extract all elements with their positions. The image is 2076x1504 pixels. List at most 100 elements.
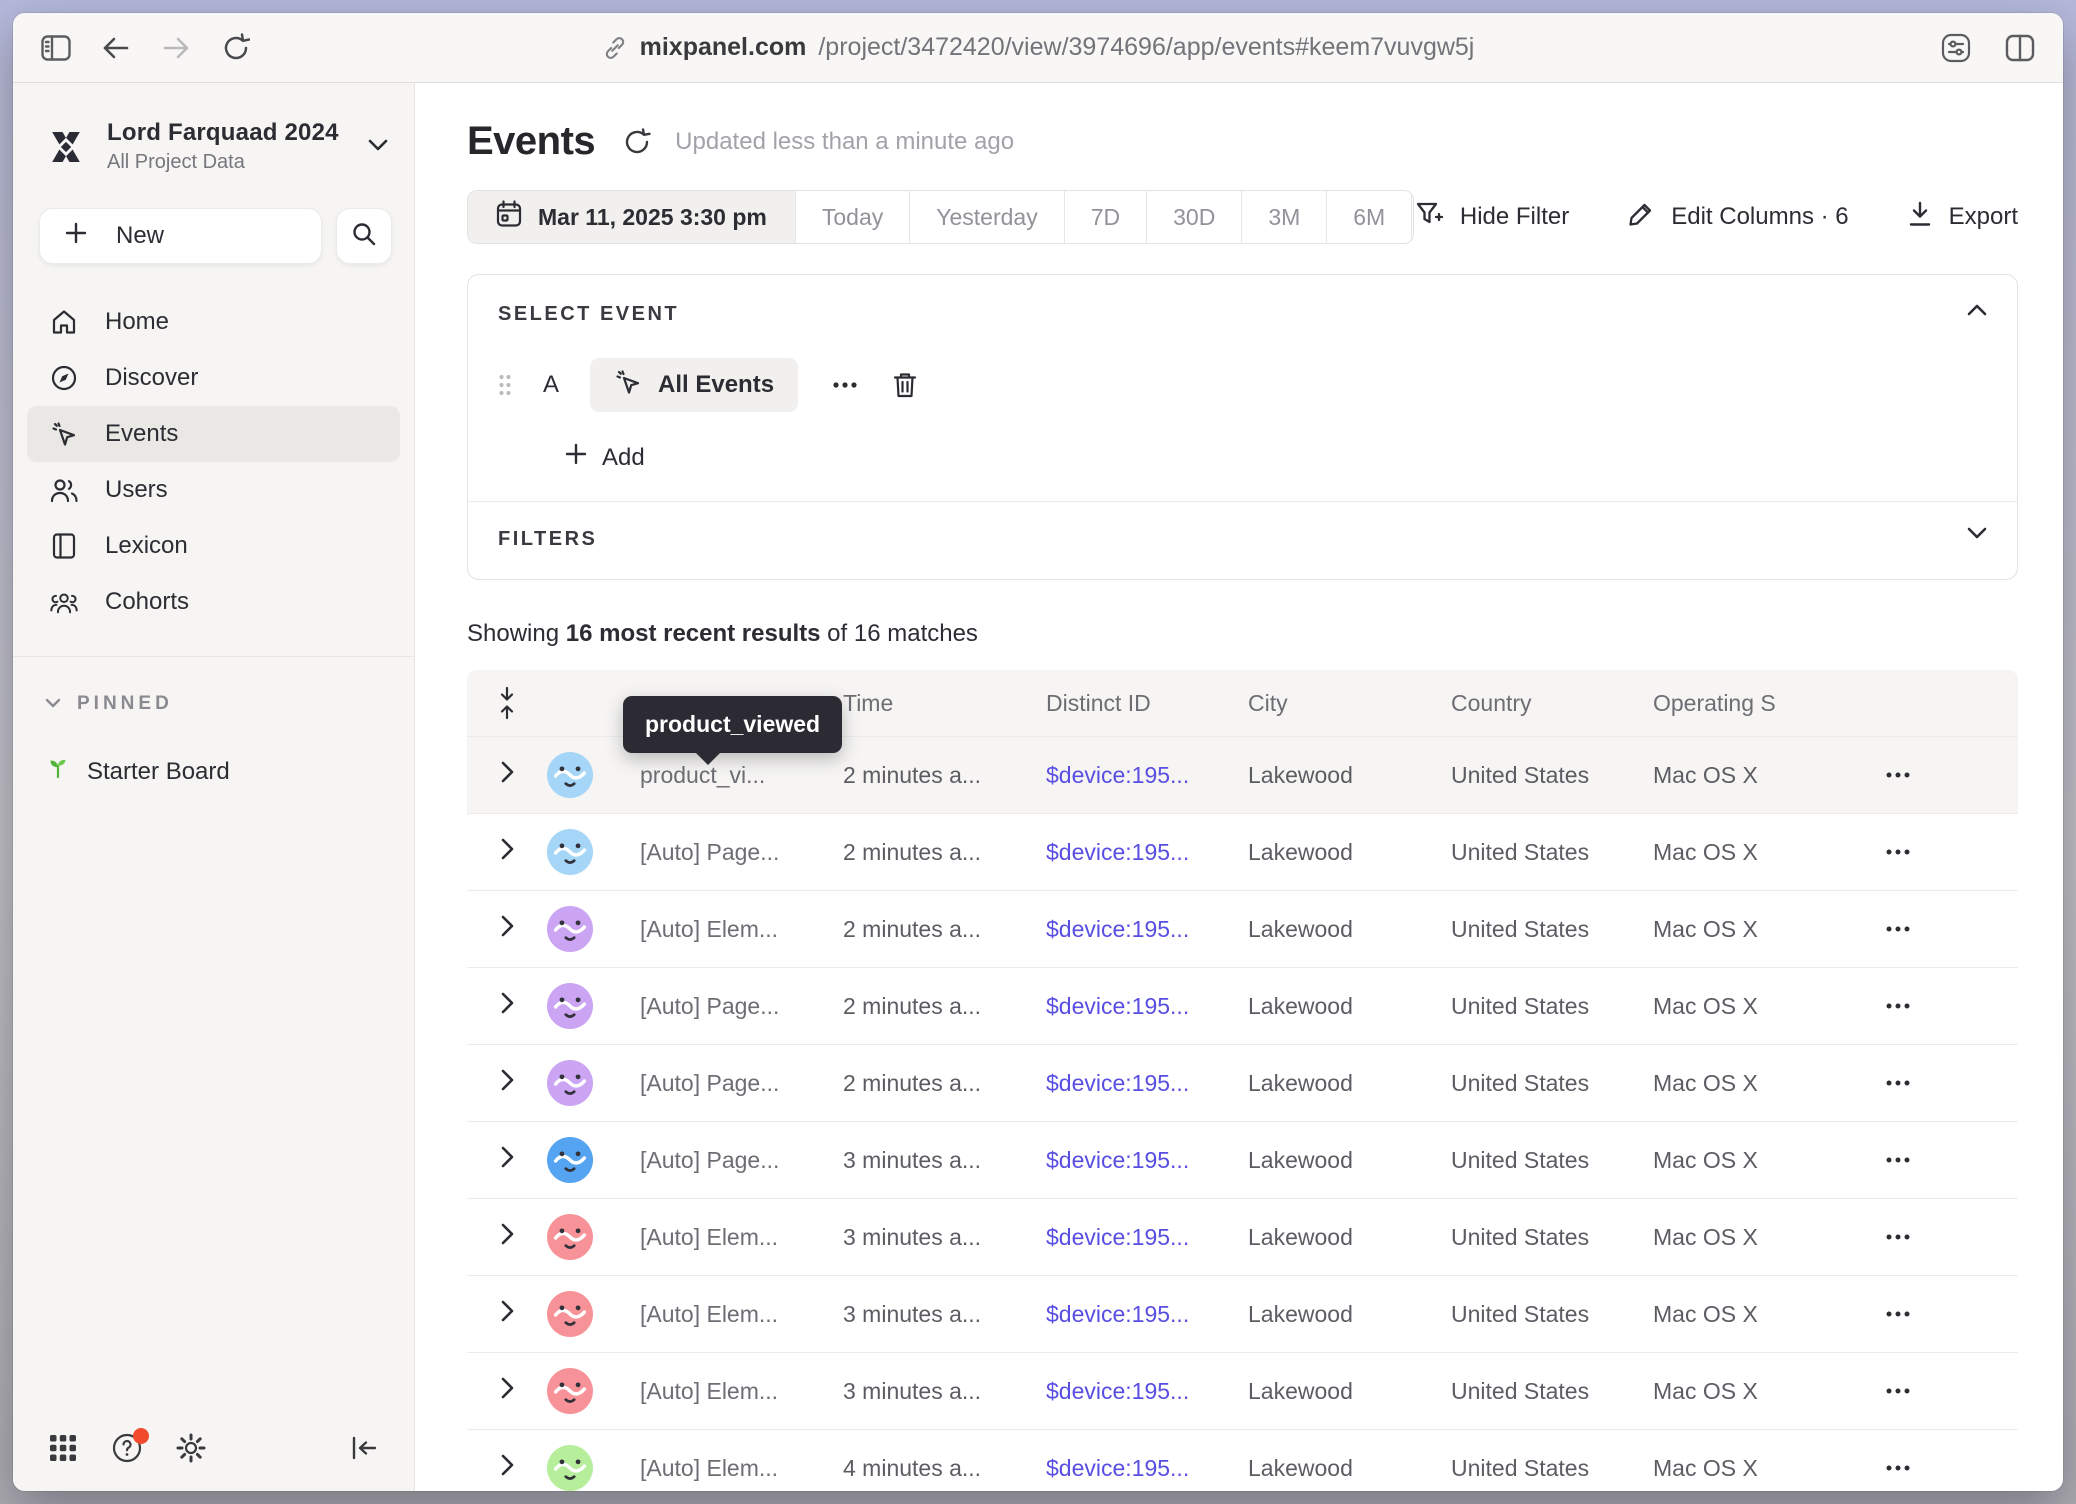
distinct-id-link[interactable]: $device:195... bbox=[1046, 1224, 1189, 1250]
export-button[interactable]: Export bbox=[1907, 200, 2018, 235]
table-row[interactable]: [Auto] Elem... 4 minutes a... $device:19… bbox=[467, 1429, 2018, 1491]
event-name[interactable]: [Auto] Elem... bbox=[640, 916, 778, 942]
table-row[interactable]: [Auto] Page... 2 minutes a... $device:19… bbox=[467, 813, 2018, 890]
column-header-distinct-id[interactable]: Distinct ID bbox=[1046, 690, 1248, 717]
row-expand-icon[interactable] bbox=[501, 1377, 514, 1405]
table-row[interactable]: [Auto] Elem... 3 minutes a... $device:19… bbox=[467, 1352, 2018, 1429]
row-expand-icon[interactable] bbox=[501, 1223, 514, 1251]
sidebar-item-starter-board[interactable]: Starter Board bbox=[13, 715, 414, 788]
url-bar[interactable]: mixpanel.com/project/3472420/view/397469… bbox=[13, 13, 2063, 82]
sidebar-item-discover[interactable]: Discover bbox=[27, 350, 400, 406]
drag-handle-icon[interactable] bbox=[498, 373, 512, 397]
sidebar-item-cohorts[interactable]: Cohorts bbox=[27, 574, 400, 630]
event-more-button[interactable] bbox=[824, 381, 866, 389]
column-header-time[interactable]: Time bbox=[843, 690, 1046, 717]
sidebar-item-lexicon[interactable]: Lexicon bbox=[27, 518, 400, 574]
hide-filter-button[interactable]: Hide Filter bbox=[1414, 199, 1569, 236]
row-expand-icon[interactable] bbox=[501, 992, 514, 1020]
row-actions-button[interactable] bbox=[1879, 765, 1917, 785]
row-actions-button[interactable] bbox=[1879, 1458, 1917, 1478]
collapse-sidebar-icon[interactable] bbox=[348, 1432, 380, 1464]
row-expand-icon[interactable] bbox=[501, 1300, 514, 1328]
reload-button[interactable] bbox=[219, 31, 253, 65]
date-range-today[interactable]: Today bbox=[796, 191, 910, 243]
column-header-os[interactable]: Operating S bbox=[1653, 690, 1833, 717]
event-name[interactable]: [Auto] Elem... bbox=[640, 1301, 778, 1327]
row-actions-button[interactable] bbox=[1879, 1073, 1917, 1093]
table-row[interactable]: [Auto] Page... 3 minutes a... $device:19… bbox=[467, 1121, 2018, 1198]
row-expand-icon[interactable] bbox=[501, 1069, 514, 1097]
distinct-id-link[interactable]: $device:195... bbox=[1046, 1147, 1189, 1173]
row-expand-icon[interactable] bbox=[501, 1146, 514, 1174]
sidebar-item-events[interactable]: Events bbox=[27, 406, 400, 462]
column-header-country[interactable]: Country bbox=[1451, 690, 1653, 717]
add-event-button[interactable]: Add bbox=[564, 442, 1987, 501]
row-expand-icon[interactable] bbox=[501, 838, 514, 866]
row-actions-button[interactable] bbox=[1879, 919, 1917, 939]
row-actions-button[interactable] bbox=[1879, 1150, 1917, 1170]
row-expand-icon[interactable] bbox=[501, 1454, 514, 1482]
notification-dot bbox=[133, 1428, 149, 1444]
table-row[interactable]: [Auto] Page... 2 minutes a... $device:19… bbox=[467, 1044, 2018, 1121]
chevron-down-icon[interactable] bbox=[1967, 526, 1987, 544]
distinct-id-link[interactable]: $device:195... bbox=[1046, 1301, 1189, 1327]
sort-icon[interactable] bbox=[467, 686, 547, 720]
distinct-id-link[interactable]: $device:195... bbox=[1046, 1070, 1189, 1096]
row-expand-icon[interactable] bbox=[501, 761, 514, 789]
apps-grid-icon[interactable] bbox=[47, 1432, 79, 1464]
event-name[interactable]: [Auto] Page... bbox=[640, 993, 779, 1019]
new-button[interactable]: New bbox=[39, 208, 322, 264]
project-switcher[interactable]: Lord Farquaad 2024 All Project Data bbox=[13, 83, 414, 174]
export-label: Export bbox=[1949, 203, 2018, 231]
row-actions-button[interactable] bbox=[1879, 1381, 1917, 1401]
back-button[interactable] bbox=[99, 31, 133, 65]
help-icon[interactable] bbox=[111, 1432, 143, 1464]
table-row[interactable]: [Auto] Elem... 3 minutes a... $device:19… bbox=[467, 1275, 2018, 1352]
distinct-id-link[interactable]: $device:195... bbox=[1046, 993, 1189, 1019]
date-range-3m[interactable]: 3M bbox=[1242, 191, 1327, 243]
event-select-pill[interactable]: All Events bbox=[590, 358, 798, 412]
date-range-6m[interactable]: 6M bbox=[1327, 191, 1412, 243]
page-settings-icon[interactable] bbox=[1939, 31, 1973, 65]
distinct-id-link[interactable]: $device:195... bbox=[1046, 1378, 1189, 1404]
table-row[interactable]: [Auto] Elem... 2 minutes a... $device:19… bbox=[467, 890, 2018, 967]
date-picker-button[interactable]: Mar 11, 2025 3:30 pm bbox=[468, 191, 796, 243]
edit-columns-button[interactable]: Edit Columns · 6 bbox=[1627, 200, 1848, 235]
row-actions-button[interactable] bbox=[1879, 842, 1917, 862]
row-actions-button[interactable] bbox=[1879, 1227, 1917, 1247]
row-expand-icon[interactable] bbox=[501, 915, 514, 943]
event-name[interactable]: [Auto] Elem... bbox=[640, 1224, 778, 1250]
chevron-up-icon[interactable] bbox=[1967, 303, 1987, 321]
trash-icon[interactable] bbox=[892, 371, 918, 399]
event-name[interactable]: product_vi... bbox=[640, 762, 765, 788]
date-range-yesterday[interactable]: Yesterday bbox=[910, 191, 1064, 243]
date-range-30d[interactable]: 30D bbox=[1147, 191, 1242, 243]
row-actions-button[interactable] bbox=[1879, 1304, 1917, 1324]
distinct-id-link[interactable]: $device:195... bbox=[1046, 1455, 1189, 1481]
event-name[interactable]: [Auto] Page... bbox=[640, 1070, 779, 1096]
event-name[interactable]: [Auto] Page... bbox=[640, 1147, 779, 1173]
sidebar-item-home[interactable]: Home bbox=[27, 294, 400, 350]
sidebar-item-label: Cohorts bbox=[105, 588, 189, 616]
event-name[interactable]: [Auto] Elem... bbox=[640, 1378, 778, 1404]
event-time: 2 minutes a... bbox=[843, 839, 981, 865]
gear-icon[interactable] bbox=[175, 1432, 207, 1464]
event-os: Mac OS X bbox=[1653, 1301, 1833, 1328]
split-view-icon[interactable] bbox=[2003, 31, 2037, 65]
pinned-section-header[interactable]: PINNED bbox=[13, 657, 414, 715]
date-range-7d[interactable]: 7D bbox=[1065, 191, 1147, 243]
sidebar-item-users[interactable]: Users bbox=[27, 462, 400, 518]
search-button[interactable] bbox=[336, 208, 392, 264]
column-header-city[interactable]: City bbox=[1248, 690, 1451, 717]
event-name[interactable]: [Auto] Page... bbox=[640, 839, 779, 865]
distinct-id-link[interactable]: $device:195... bbox=[1046, 839, 1189, 865]
distinct-id-link[interactable]: $device:195... bbox=[1046, 762, 1189, 788]
forward-button[interactable] bbox=[159, 31, 193, 65]
distinct-id-link[interactable]: $device:195... bbox=[1046, 916, 1189, 942]
event-name[interactable]: [Auto] Elem... bbox=[640, 1455, 778, 1481]
sidebar-toggle-icon[interactable] bbox=[39, 31, 73, 65]
table-row[interactable]: [Auto] Elem... 3 minutes a... $device:19… bbox=[467, 1198, 2018, 1275]
row-actions-button[interactable] bbox=[1879, 996, 1917, 1016]
table-row[interactable]: [Auto] Page... 2 minutes a... $device:19… bbox=[467, 967, 2018, 1044]
refresh-icon[interactable] bbox=[623, 127, 651, 157]
